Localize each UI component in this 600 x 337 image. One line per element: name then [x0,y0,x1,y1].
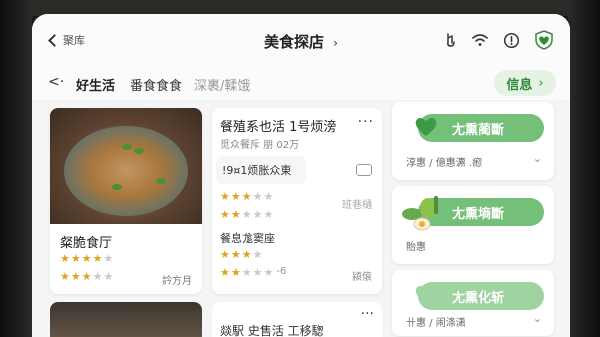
food-plate [64,126,188,216]
promo-label: 尢熏化斩 [452,290,505,306]
alert-icon[interactable] [503,32,520,49]
star-rating: ★ ★ ★ ★ ★ [220,208,273,221]
app-screen: 聚库 美食探店 › <· 好生活 番食食食 深裹/鞣饿 信息 › 粲脆食厅 ★ … [32,14,570,337]
star-icon: ★ [220,248,230,261]
chevron-right-icon: › [538,75,544,91]
restaurant-meta: 訡方月 [162,276,192,287]
next-row: 燚駅 史售活 工移騘 ··· [50,302,382,337]
tooltip-text: !9¤1烦胀众東 [222,164,292,177]
frame-left [0,0,32,337]
star-rating: ★ ★ ★ ★ ★ [60,270,113,283]
title-chevron: › [333,36,338,50]
heart-icon [415,118,437,136]
star-icon: ★ [241,190,252,203]
dish-name: 餐息尨窦座 [220,232,275,245]
star-icon: ★ [241,208,252,221]
rating-suffix: -6 [276,266,287,277]
chevron-down-icon[interactable]: ⌄ [533,312,542,325]
star-rating: ★ ★ ★ ★ ★ -6 [220,266,286,279]
frame-right [568,0,600,337]
tooltip-popup: !9¤1烦胀众東 [216,156,306,184]
star-icon: ★ [103,252,114,265]
header-icons [443,30,554,50]
star-icon: ★ [241,248,252,261]
meta-text: 颍偯 [352,272,372,283]
more-icon[interactable]: ··· [358,114,374,130]
hand-icon[interactable] [443,32,457,48]
star-icon: ★ [81,252,92,265]
tab-back-button[interactable]: <· [48,74,64,90]
restaurant-detail-card[interactable]: 燚駅 史售活 工移騘 ··· [212,302,382,337]
star-icon: ★ [92,252,103,265]
star-icon: ★ [230,190,241,203]
star-icon: ★ [263,208,274,221]
chat-icon[interactable] [356,164,372,176]
heart-icon [415,286,437,304]
header: 聚库 美食探店 › [32,14,570,64]
restaurant-card[interactable] [50,302,202,337]
restaurant-detail-card[interactable]: 餐殖系也活 1号烦滂 ··· 觅众餐斥 朋 02万 !9¤1烦胀众東 ★ ★ ★ ★ ★… [212,108,382,294]
promo-label: 尢熏墒斷 [452,206,505,222]
star-icon: ★ [252,248,263,261]
chevron-down-icon[interactable]: ⌄ [533,152,542,165]
info-label: 信息 [506,77,533,93]
heart-shield-icon[interactable] [534,30,554,50]
page-title: 美食探店 [264,33,325,51]
star-icon: ★ [81,270,92,283]
star-icon: ★ [70,270,81,283]
restaurant-subtitle: 觅众餐斥 朋 02万 [220,140,300,151]
herb-garnish [134,148,144,154]
vegetable-icon [402,196,438,231]
star-icon: ★ [220,208,230,221]
star-icon: ★ [220,266,230,279]
wifi-icon[interactable] [471,33,489,47]
promo-subtitle: 卄惠 / 闹涤潇 [406,318,466,329]
restaurant-name: 粲脆食厅 [60,236,113,251]
star-icon: ★ [60,270,70,283]
star-icon: ★ [92,270,103,283]
star-icon: ★ [70,252,81,265]
star-icon: ★ [241,266,252,279]
food-image [50,108,202,224]
star-icon: ★ [230,208,241,221]
restaurant-card[interactable]: 粲脆食厅 ★ ★ ★ ★ ★ ★ ★ ★ ★ ★ 訡方月 [50,108,202,294]
star-icon: ★ [230,248,241,261]
star-icon: ★ [252,208,263,221]
star-rating: ★ ★ ★ ★ ★ [220,190,273,203]
tab-bar: <· 好生活 番食食食 深裹/鞣饿 信息 › [32,64,570,100]
restaurant-title: 燚駅 史售活 工移騘 [220,324,324,337]
star-icon: ★ [263,266,274,279]
tab-good-life[interactable]: 好生活 [76,75,115,94]
restaurant-title: 餐殖系也活 1号烦滂 [220,120,337,135]
star-rating: ★ ★ ★ ★ [220,248,263,261]
promo-card[interactable]: 尢熏墒斷 貽惠 [392,186,554,264]
promo-card[interactable]: 尢熏蔺斷 淳惠 / 億惠瀌 .瘛 ⌄ [392,102,554,180]
star-icon: ★ [220,190,230,203]
star-icon: ★ [252,190,263,203]
star-icon: ★ [263,190,274,203]
star-icon: ★ [252,266,263,279]
star-icon: ★ [60,252,70,265]
more-icon[interactable]: ··· [361,306,374,322]
herb-garnish [156,178,166,184]
star-icon: ★ [230,266,241,279]
info-button[interactable]: 信息 › [494,70,556,96]
tab-food[interactable]: 番食食食 [130,75,182,94]
tab-deep[interactable]: 深裹/鞣饿 [194,75,250,94]
promo-card[interactable]: 尢熏化斩 卄惠 / 闹涤潇 ⌄ [392,270,554,336]
star-rating: ★ ★ ★ ★ ★ [60,252,113,265]
meta-text: 班巷樋 [342,200,372,211]
herb-garnish [122,144,132,150]
food-image [50,302,202,337]
promo-subtitle: 貽惠 [406,242,426,253]
promo-label: 尢熏蔺斷 [452,122,505,138]
herb-garnish [112,184,122,190]
promo-subtitle: 淳惠 / 億惠瀌 .瘛 [406,158,483,169]
star-icon: ★ [103,270,114,283]
